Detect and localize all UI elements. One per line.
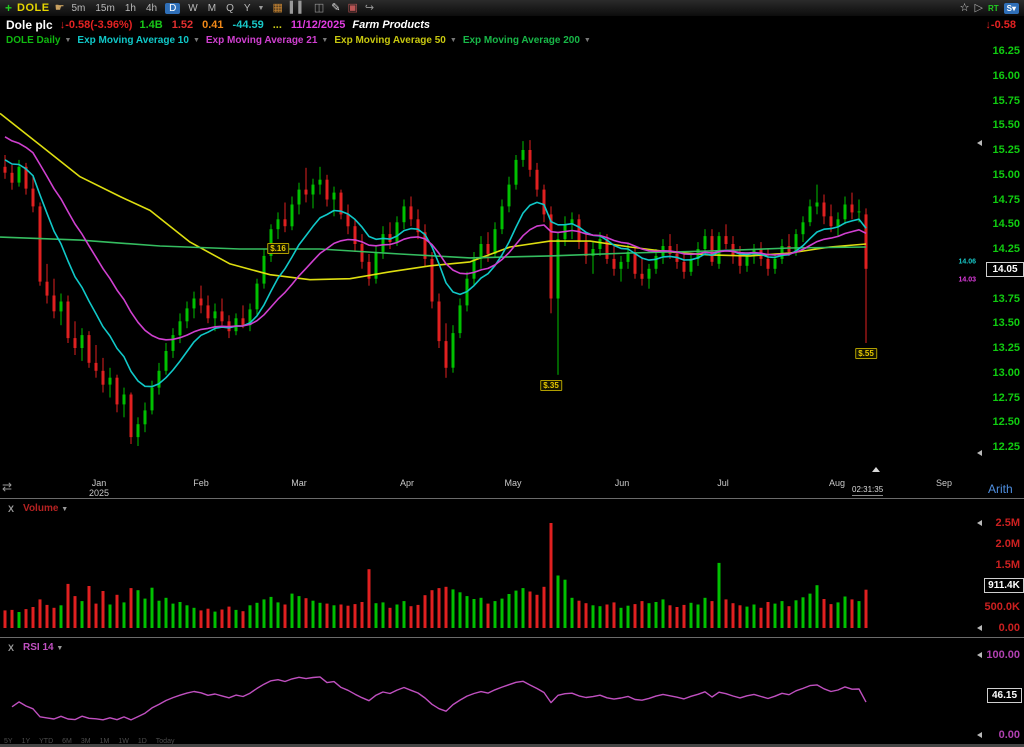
- low-marker-icon: [977, 450, 982, 456]
- month-tick-label: Sep: [936, 478, 952, 488]
- axis-tick-label: 15.00: [992, 169, 1020, 181]
- rsi-close-button[interactable]: X: [8, 643, 14, 653]
- axis-tick-label: 0.00: [999, 622, 1020, 634]
- current-volume-box: 911.4K: [984, 578, 1024, 593]
- volume-panel-header: X Volume ▼: [8, 503, 68, 514]
- month-tick-label: Apr: [400, 478, 414, 488]
- event-marker-label[interactable]: $.16: [267, 243, 289, 254]
- month-tick-label: Jan2025: [89, 478, 109, 498]
- rsi-low-marker-icon: [977, 732, 982, 738]
- month-tick-label: Feb: [193, 478, 209, 488]
- range-buttons: 5Y 1Y YTD 6M 3M 1M 1W 1D Today: [4, 738, 174, 745]
- month-tick-label: Jun: [615, 478, 630, 488]
- axis-tick-label: 12.50: [992, 416, 1020, 428]
- volume-high-marker-icon: [977, 520, 982, 526]
- range-button-YTD[interactable]: YTD: [39, 738, 53, 745]
- last-price-box: 14.05: [986, 262, 1024, 277]
- axis-tick-label: 14.75: [992, 194, 1020, 206]
- current-rsi-box: 46.15: [987, 688, 1022, 703]
- axis-tick-label: 12.25: [992, 441, 1020, 453]
- volume-title[interactable]: Volume ▼: [23, 503, 68, 514]
- event-marker-label[interactable]: $.55: [855, 348, 877, 359]
- axis-tick-label: 2.5M: [996, 517, 1020, 529]
- month-tick-label: May: [504, 478, 521, 488]
- ask-price-label: 14.06: [958, 259, 976, 266]
- range-button-3M[interactable]: 3M: [81, 738, 91, 745]
- month-tick-label: Aug: [829, 478, 845, 488]
- axis-tick-label: 15.50: [992, 119, 1020, 131]
- axis-tick-label: 100.00: [986, 649, 1020, 661]
- axis-tick-label: 1.5M: [996, 559, 1020, 571]
- volume-low-marker-icon: [977, 625, 982, 631]
- axis-tick-label: 13.50: [992, 317, 1020, 329]
- volume-close-button[interactable]: X: [8, 504, 14, 514]
- axis-tick-label: 15.25: [992, 144, 1020, 156]
- axis-tick-label: 500.0K: [985, 601, 1020, 613]
- rsi-high-marker-icon: [977, 652, 982, 658]
- axis-tick-label: 13.75: [992, 293, 1020, 305]
- month-tick-label: Jul: [717, 478, 729, 488]
- trading-chart-app: + DOLE ☛ 5m15m1h4hDWMQY ▼ ▦▍▍◫✎▣↪ ☆▷ RT …: [0, 0, 1024, 747]
- scale-mode-label[interactable]: Arith: [988, 482, 1013, 496]
- axis-tick-label: 14.25: [992, 243, 1020, 255]
- last-bar-marker-icon: [872, 467, 880, 472]
- range-button-5Y[interactable]: 5Y: [4, 738, 13, 745]
- axis-tick-label: 12.75: [992, 392, 1020, 404]
- axis-tick-label: 14.50: [992, 218, 1020, 230]
- axis-tick-label: 16.00: [992, 70, 1020, 82]
- range-button-1W[interactable]: 1W: [118, 738, 129, 745]
- axis-tick-label: 16.25: [992, 45, 1020, 57]
- panel-separator[interactable]: [0, 498, 1024, 499]
- axis-tick-label: 13.00: [992, 367, 1020, 379]
- axis-tick-label: 13.25: [992, 342, 1020, 354]
- rsi-title[interactable]: RSI 14 ▼: [23, 642, 63, 653]
- range-button-1D[interactable]: 1D: [138, 738, 147, 745]
- range-button-Today[interactable]: Today: [156, 738, 175, 745]
- axis-tick-label: 0.00: [999, 729, 1020, 741]
- bid-price-label: 14.03: [958, 277, 976, 284]
- range-button-6M[interactable]: 6M: [62, 738, 72, 745]
- high-marker-icon: [977, 140, 982, 146]
- axis-tick-label: 15.75: [992, 95, 1020, 107]
- panel-separator[interactable]: [0, 637, 1024, 638]
- axis-tick-label: 2.0M: [996, 538, 1020, 550]
- month-tick-label: Mar: [291, 478, 307, 488]
- pan-mode-icon[interactable]: ⇄: [2, 480, 12, 494]
- event-marker-label[interactable]: $.35: [540, 380, 562, 391]
- range-button-1M[interactable]: 1M: [100, 738, 110, 745]
- range-button-1Y[interactable]: 1Y: [22, 738, 31, 745]
- bar-countdown: 02:31:35: [852, 485, 883, 496]
- rsi-panel-header: X RSI 14 ▼: [8, 642, 63, 653]
